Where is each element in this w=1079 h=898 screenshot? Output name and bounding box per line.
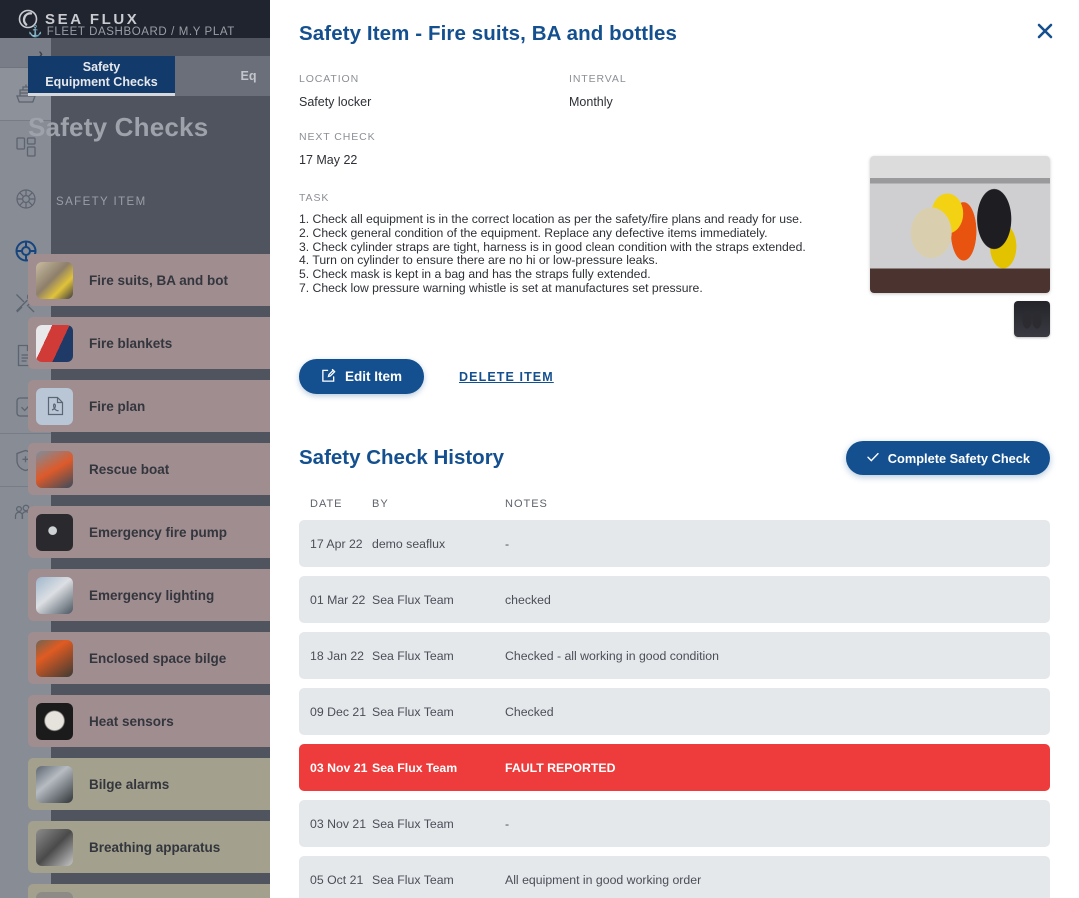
list-item-label: Rescue boat [89, 461, 170, 477]
column-header-notes: NOTES [505, 498, 548, 511]
table-row[interactable]: 09 Dec 21 Sea Flux Team Checked [299, 688, 1050, 736]
location-value: Safety locker [299, 95, 372, 109]
table-row[interactable]: 17 Apr 22 demo seaflux - [299, 520, 1050, 568]
table-row[interactable]: 01 Mar 22 Sea Flux Team checked [299, 576, 1050, 624]
list-item-label: Emergency fire pump [89, 524, 228, 540]
cell-by: Sea Flux Team [372, 704, 454, 719]
table-header-row: DATE BY NOTES [299, 498, 1050, 510]
fire-pump-thumb [36, 513, 73, 551]
bilge-alarm-thumb [36, 765, 73, 803]
gas-detector-thumb [36, 639, 73, 677]
list-item-label: Breathing apparatus [89, 839, 221, 855]
heat-sensor-thumb [36, 702, 73, 740]
cell-date: 03 Nov 21 [310, 816, 367, 831]
check-icon [866, 450, 880, 467]
cell-notes: All equipment in good working order [505, 872, 702, 887]
list-item-label: Enclosed space bilge [89, 650, 227, 666]
list-item-label: Fire suits, BA and bot [89, 272, 229, 288]
emergency-light-thumb [36, 576, 73, 614]
column-header-date: DATE [310, 498, 343, 511]
modal-actions: Edit Item DELETE ITEM [270, 359, 1079, 395]
cell-by: Sea Flux Team [372, 592, 454, 607]
history-title: Safety Check History [299, 446, 505, 470]
list-item-thumb [36, 891, 73, 898]
cell-by: Sea Flux Team [372, 760, 458, 775]
modal-header: Safety Item - Fire suits, BA and bottles [270, 0, 1079, 46]
delete-item-button[interactable]: DELETE ITEM [459, 370, 554, 384]
location-field: LOCATION Safety locker [299, 73, 569, 109]
breadcrumb[interactable]: ⚓ FLEET DASHBOARD / M.Y PLAT [28, 24, 235, 38]
column-header-by: BY [372, 498, 389, 511]
safety-item-modal: Safety Item - Fire suits, BA and bottles… [270, 0, 1079, 898]
sidebar-item-operations[interactable] [0, 173, 51, 225]
list-item-label: Emergency lighting [89, 587, 215, 603]
fire-suits-thumb [36, 261, 73, 299]
app-root: SEA FLUX › ⚓ FLEET DASHBOARD / M.Y PLAT … [0, 0, 1079, 898]
breathing-apparatus-thumb [36, 828, 73, 866]
page-title: Safety Checks [28, 112, 209, 142]
tab-label-line2: Equipment Checks [45, 74, 158, 89]
pdf-document-thumb [36, 387, 73, 425]
edit-item-button[interactable]: Edit Item [299, 359, 425, 395]
cell-date: 18 Jan 22 [310, 648, 365, 663]
cell-by: Sea Flux Team [372, 648, 454, 663]
ba-bottles-photo[interactable] [1014, 301, 1050, 337]
close-icon[interactable] [1031, 17, 1059, 45]
table-row[interactable]: 03 Nov 21 Sea Flux Team FAULT REPORTED [299, 744, 1050, 792]
modal-meta: LOCATION Safety locker INTERVAL Monthly … [270, 73, 1079, 337]
ship-wheel-icon [14, 187, 38, 211]
fire-blanket-thumb [36, 324, 73, 362]
cell-by: demo seaflux [372, 536, 446, 551]
modal-title: Safety Item - Fire suits, BA and bottles [299, 22, 678, 45]
cell-notes: Checked - all working in good condition [505, 648, 719, 663]
cell-date: 05 Oct 21 [310, 872, 364, 887]
cell-date: 01 Mar 22 [310, 592, 366, 607]
cell-notes: checked [505, 592, 551, 607]
rescue-boat-thumb [36, 450, 73, 488]
cell-notes: - [505, 536, 510, 551]
complete-safety-check-button[interactable]: Complete Safety Check [845, 441, 1050, 476]
cell-date: 03 Nov 21 [310, 760, 368, 775]
history-header: Safety Check History Complete Safety Che… [270, 441, 1079, 476]
safety-check-history-table: DATE BY NOTES 17 Apr 22 demo seaflux - 0… [270, 498, 1079, 898]
tab-label-line1: Safety [82, 59, 121, 74]
cell-by: Sea Flux Team [372, 872, 454, 887]
cell-notes: Checked [505, 704, 554, 719]
list-item-label: Heat sensors [89, 713, 174, 729]
cell-by: Sea Flux Team [372, 816, 454, 831]
interval-label: INTERVAL [569, 73, 627, 85]
list-item-label: Fire plan [89, 398, 146, 414]
list-item-label: Fire blankets [89, 335, 173, 351]
cell-date: 09 Dec 21 [310, 704, 367, 719]
interval-field: INTERVAL Monthly [569, 73, 839, 109]
tab-label-equipment: Eq [240, 68, 257, 83]
complete-safety-check-label: Complete Safety Check [887, 450, 1030, 466]
list-item-label: Bilge alarms [89, 776, 170, 792]
cell-date: 17 Apr 22 [310, 536, 363, 551]
location-label: LOCATION [299, 73, 360, 85]
interval-value: Monthly [569, 95, 613, 109]
cell-notes: - [505, 816, 510, 831]
edit-pencil-icon [321, 368, 336, 386]
fire-suits-equipment-photo[interactable] [870, 156, 1050, 293]
edit-item-label: Edit Item [345, 369, 403, 385]
cell-notes: FAULT REPORTED [505, 760, 616, 775]
list-column-header: SAFETY ITEM [56, 196, 147, 208]
next-check-label: NEXT CHECK [299, 131, 376, 143]
table-row[interactable]: 05 Oct 21 Sea Flux Team All equipment in… [299, 856, 1050, 898]
tab-safety-equipment-checks[interactable]: Safety Equipment Checks [28, 56, 175, 96]
table-row[interactable]: 03 Nov 21 Sea Flux Team - [299, 800, 1050, 848]
table-row[interactable]: 18 Jan 22 Sea Flux Team Checked - all wo… [299, 632, 1050, 680]
